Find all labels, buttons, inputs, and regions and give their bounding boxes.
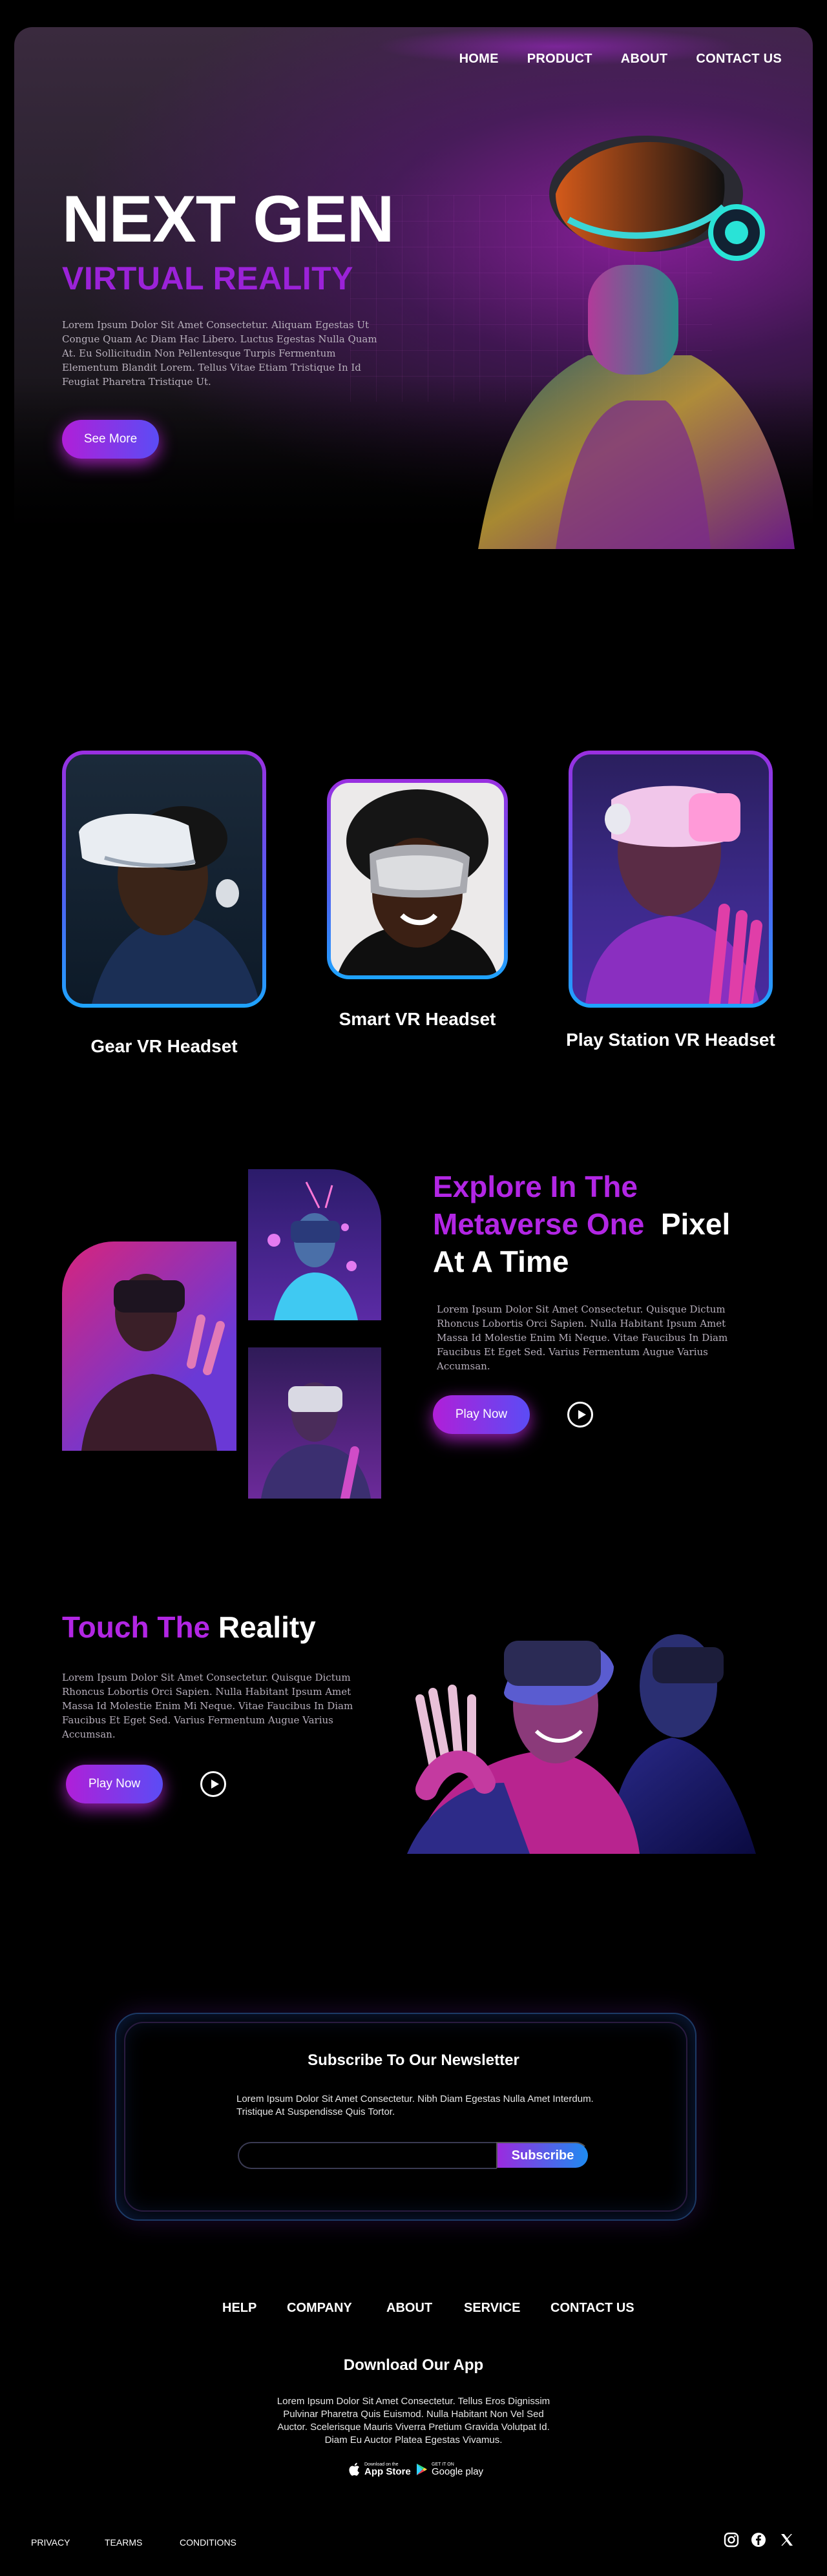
reality-title-accent: Touch The (62, 1610, 211, 1644)
reality-description: Lorem Ipsum Dolor Sit Amet Consectetur. … (62, 1672, 353, 1740)
nav-home[interactable]: HOME (459, 52, 499, 67)
google-play-big-text: Google play (432, 2466, 484, 2477)
hero-vr-person-image (478, 136, 795, 549)
newsletter-title: Subscribe To Our Newsletter (308, 2051, 519, 2069)
nav-contact-us[interactable]: CONTACT US (696, 52, 782, 67)
product-card-gear-vr[interactable] (62, 751, 266, 1008)
see-more-button[interactable]: See More (62, 420, 159, 459)
metaverse-image-bottom (248, 1347, 381, 1499)
metaverse-image-top (248, 1169, 381, 1320)
product-label-smart-vr: Smart VR Headset (339, 1009, 496, 1029)
metaverse-title-accent-2: Metaverse One (433, 1207, 645, 1241)
metaverse-play-now-button[interactable]: Play Now (433, 1395, 530, 1434)
google-play-icon (417, 2464, 427, 2475)
metaverse-title-accent-1: Explore In The (433, 1170, 638, 1203)
footer-link-terms[interactable]: TEARMS (105, 2537, 142, 2548)
metaverse-play-icon[interactable] (567, 1402, 593, 1428)
product-label-gear-vr: Gear VR Headset (90, 1036, 238, 1056)
metaverse-image-left (62, 1241, 236, 1451)
product-image-playstation-vr (572, 754, 769, 1004)
reality-title-plain: Reality (218, 1610, 316, 1644)
footer-nav-service[interactable]: SERVICE (464, 2301, 520, 2316)
main-nav: HOME PRODUCT ABOUT CONTACT US (459, 52, 782, 67)
hero-subtitle: VIRTUAL REALITY (62, 260, 354, 296)
footer-nav-company[interactable]: COMPANY (287, 2301, 352, 2316)
download-app-title: Download Our App (343, 2356, 484, 2374)
reality-title: Touch The Reality (62, 1608, 316, 1646)
reality-play-icon[interactable] (200, 1771, 226, 1797)
reality-vr-people-image (407, 1634, 756, 1854)
app-store-big-text: App Store (364, 2466, 411, 2477)
instagram-icon[interactable] (724, 2532, 739, 2548)
product-card-playstation-vr[interactable] (569, 751, 773, 1008)
hero-title: NEXT GEN (62, 182, 394, 256)
footer-link-privacy[interactable]: PRIVACY (31, 2537, 70, 2548)
metaverse-title-plain-1: Pixel (660, 1207, 731, 1241)
product-label-playstation-vr: Play Station VR Headset (566, 1030, 775, 1050)
nav-about[interactable]: ABOUT (621, 52, 668, 67)
metaverse-title: Explore In The Metaverse One Pixel At A … (433, 1168, 730, 1280)
apple-icon (349, 2462, 359, 2476)
reality-play-now-button[interactable]: Play Now (66, 1765, 163, 1803)
x-icon[interactable] (779, 2532, 795, 2548)
footer-nav-contact-us[interactable]: CONTACT US (550, 2301, 634, 2316)
newsletter-email-input[interactable] (238, 2142, 496, 2169)
product-image-gear-vr (66, 754, 262, 1004)
google-play-badge[interactable]: GET IT ON Google play (416, 2462, 483, 2477)
product-card-smart-vr[interactable] (327, 779, 508, 979)
download-app-description: Lorem Ipsum Dolor Sit Amet Consectetur. … (277, 2396, 550, 2446)
newsletter-description: Lorem Ipsum Dolor Sit Amet Consectetur. … (236, 2093, 594, 2117)
subscribe-button[interactable]: Subscribe (496, 2142, 589, 2169)
nav-product[interactable]: PRODUCT (527, 52, 592, 67)
footer-nav-about[interactable]: ABOUT (386, 2301, 432, 2316)
facebook-icon[interactable] (751, 2532, 766, 2548)
hero-description: Lorem Ipsum Dolor Sit Amet Consectetur. … (62, 319, 377, 388)
footer-link-conditions[interactable]: CONDITIONS (180, 2537, 236, 2548)
metaverse-description: Lorem Ipsum Dolor Sit Amet Consectetur. … (437, 1304, 728, 1372)
footer-nav-help[interactable]: HELP (222, 2301, 256, 2316)
product-image-smart-vr (331, 783, 504, 975)
metaverse-title-plain-2: At A Time (433, 1245, 569, 1278)
app-store-badge[interactable]: Download on the App Store (349, 2462, 411, 2477)
